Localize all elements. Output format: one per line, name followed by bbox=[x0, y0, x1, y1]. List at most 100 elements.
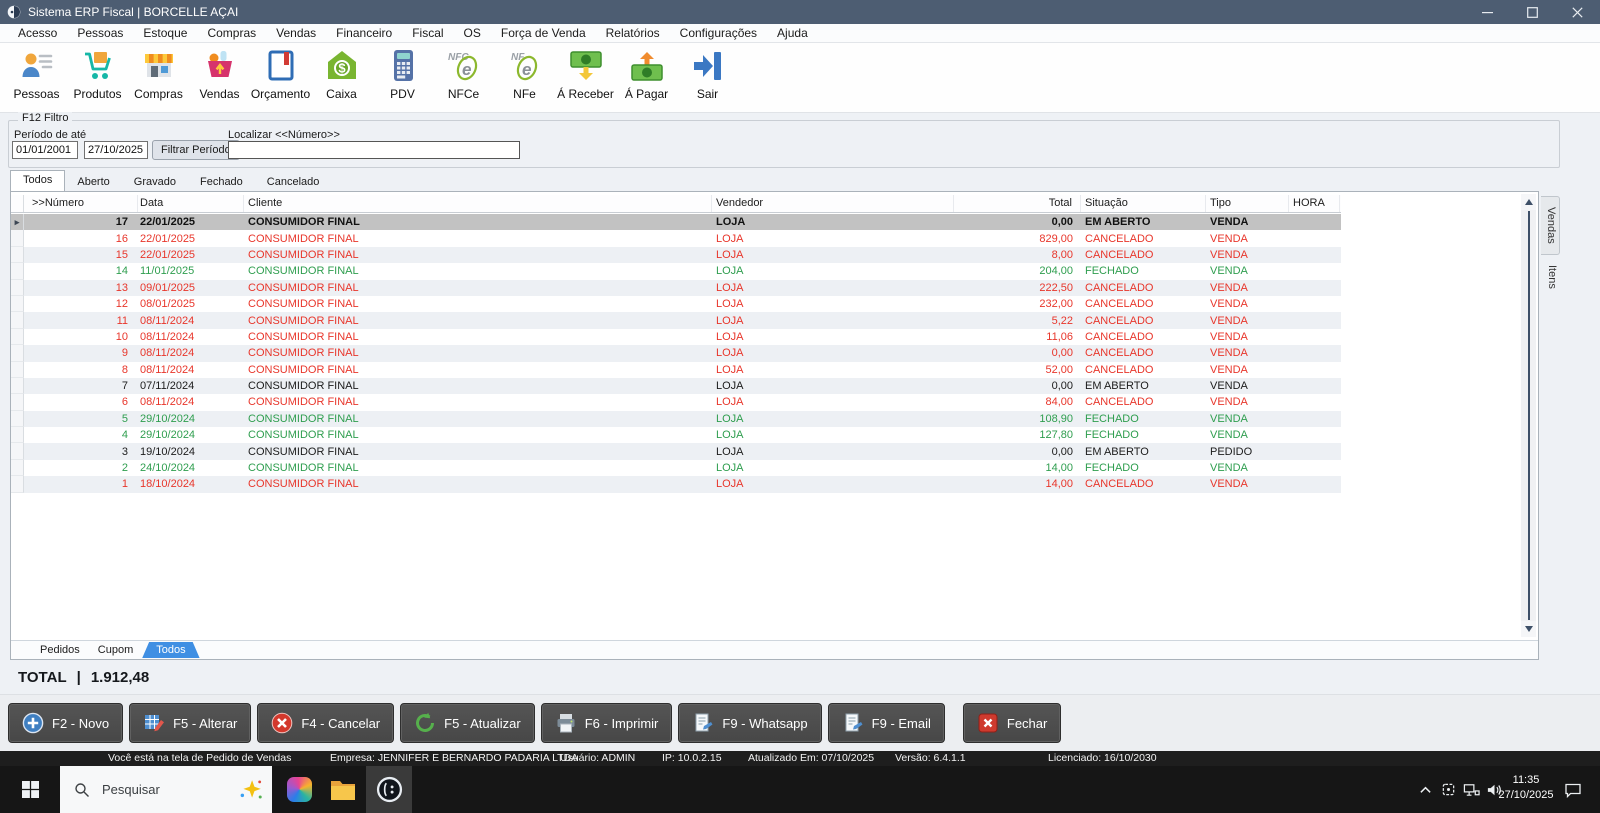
header-total[interactable]: Total bbox=[954, 195, 1081, 212]
table-row[interactable]: ▸1722/01/2025CONSUMIDOR FINALLOJA0,00EM … bbox=[11, 214, 1341, 230]
table-row[interactable]: 1208/01/2025CONSUMIDOR FINALLOJA232,00CA… bbox=[11, 296, 1341, 312]
menu-acesso[interactable]: Acesso bbox=[8, 26, 67, 40]
header-numero[interactable]: >>Número bbox=[24, 195, 138, 212]
copilot-taskbar-icon[interactable] bbox=[278, 766, 320, 813]
explorer-taskbar-icon[interactable] bbox=[322, 766, 364, 813]
toolbar-pdv[interactable]: PDV bbox=[372, 43, 433, 111]
header-situacao[interactable]: Situação bbox=[1081, 195, 1206, 212]
start-button[interactable] bbox=[0, 766, 60, 813]
toolbar-nfce[interactable]: NFCe NFCe bbox=[433, 43, 494, 111]
header-cliente[interactable]: Cliente bbox=[244, 195, 712, 212]
menu-compras[interactable]: Compras bbox=[197, 26, 266, 40]
exit-icon bbox=[691, 49, 725, 83]
close-button[interactable] bbox=[1555, 0, 1600, 24]
toolbar-orcamento[interactable]: Orçamento bbox=[250, 43, 311, 111]
notification-center-icon[interactable] bbox=[1562, 766, 1584, 813]
whatsapp-button[interactable]: F9 - Whatsapp bbox=[678, 703, 821, 743]
menu-pessoas[interactable]: Pessoas bbox=[67, 26, 133, 40]
cell-situacao: FECHADO bbox=[1081, 413, 1206, 425]
plus-circle-icon bbox=[22, 712, 44, 734]
table-row[interactable]: 1622/01/2025CONSUMIDOR FINALLOJA829,00CA… bbox=[11, 230, 1341, 246]
novo-button[interactable]: F2 - Novo bbox=[8, 703, 123, 743]
tab-cupom[interactable]: Cupom bbox=[89, 643, 142, 657]
menu-estoque[interactable]: Estoque bbox=[133, 26, 197, 40]
cell-tipo: VENDA bbox=[1206, 380, 1289, 392]
email-button[interactable]: F9 - Email bbox=[828, 703, 945, 743]
table-row[interactable]: 319/10/2024CONSUMIDOR FINALLOJA0,00EM AB… bbox=[11, 443, 1341, 459]
taskbar-search[interactable]: Pesquisar bbox=[60, 766, 272, 813]
table-row[interactable]: 707/11/2024CONSUMIDOR FINALLOJA0,00EM AB… bbox=[11, 378, 1341, 394]
table-row[interactable]: 808/11/2024CONSUMIDOR FINALLOJA52,00CANC… bbox=[11, 362, 1341, 378]
tray-vm-icon[interactable] bbox=[1437, 766, 1459, 813]
maximize-button[interactable] bbox=[1510, 0, 1555, 24]
localizar-input[interactable] bbox=[228, 141, 520, 159]
toolbar-a-receber[interactable]: Á Receber bbox=[555, 43, 616, 111]
cell-total: 0,00 bbox=[954, 216, 1081, 228]
menu-os[interactable]: OS bbox=[454, 26, 491, 40]
header-data[interactable]: Data bbox=[138, 195, 244, 212]
tray-network-icon[interactable] bbox=[1460, 766, 1482, 813]
imprimir-button[interactable]: F6 - Imprimir bbox=[541, 703, 673, 743]
tab-todos[interactable]: Todos bbox=[10, 170, 65, 191]
taskbar-clock[interactable]: 11:35 27/10/2025 bbox=[1494, 773, 1558, 803]
toolbar-caixa[interactable]: $ Caixa bbox=[311, 43, 372, 111]
table-row[interactable]: 429/10/2024CONSUMIDOR FINALLOJA127,80FEC… bbox=[11, 427, 1341, 443]
tab-fechado[interactable]: Fechado bbox=[188, 173, 255, 191]
toolbar-produtos[interactable]: Produtos bbox=[67, 43, 128, 111]
side-tab-vendas[interactable]: Vendas bbox=[1541, 196, 1560, 255]
minimize-button[interactable] bbox=[1465, 0, 1510, 24]
atualizar-button[interactable]: F5 - Atualizar bbox=[400, 703, 535, 743]
cancelar-button[interactable]: F4 - Cancelar bbox=[257, 703, 394, 743]
erp-taskbar-icon[interactable] bbox=[366, 766, 412, 813]
header-hora[interactable]: HORA bbox=[1289, 195, 1340, 212]
table-row[interactable]: 118/10/2024CONSUMIDOR FINALLOJA14,00CANC… bbox=[11, 476, 1341, 492]
date-to-input[interactable] bbox=[84, 141, 148, 159]
cell-vendedor: LOJA bbox=[712, 478, 954, 490]
table-row[interactable]: 608/11/2024CONSUMIDOR FINALLOJA84,00CANC… bbox=[11, 394, 1341, 410]
tray-chevron-icon[interactable] bbox=[1414, 766, 1436, 813]
alterar-button[interactable]: F5 - Alterar bbox=[129, 703, 251, 743]
cell-cliente: CONSUMIDOR FINAL bbox=[244, 347, 712, 359]
table-row[interactable]: 1108/11/2024CONSUMIDOR FINALLOJA5,22CANC… bbox=[11, 312, 1341, 328]
toolbar-compras[interactable]: Compras bbox=[128, 43, 189, 111]
toolbar-sair[interactable]: Sair bbox=[677, 43, 738, 111]
toolbar-a-pagar[interactable]: Á Pagar bbox=[616, 43, 677, 111]
cell-tipo: PEDIDO bbox=[1206, 446, 1289, 458]
scroll-up-button[interactable] bbox=[1521, 194, 1536, 210]
filtrar-periodo-button[interactable]: Filtrar Período bbox=[152, 140, 240, 160]
date-from-input[interactable] bbox=[12, 141, 78, 159]
tab-aberto[interactable]: Aberto bbox=[65, 173, 121, 191]
tab-cancelado[interactable]: Cancelado bbox=[255, 173, 332, 191]
side-tab-itens[interactable]: Itens bbox=[1541, 255, 1560, 299]
table-row[interactable]: 1309/01/2025CONSUMIDOR FINALLOJA222,50CA… bbox=[11, 280, 1341, 296]
header-vendedor[interactable]: Vendedor bbox=[712, 195, 954, 212]
toolbar-vendas[interactable]: Vendas bbox=[189, 43, 250, 111]
atualizar-label: F5 - Atualizar bbox=[444, 716, 521, 731]
table-row[interactable]: 908/11/2024CONSUMIDOR FINALLOJA0,00CANCE… bbox=[11, 345, 1341, 361]
header-tipo[interactable]: Tipo bbox=[1206, 195, 1289, 212]
menu-configuracoes[interactable]: Configurações bbox=[670, 26, 767, 40]
table-row[interactable]: 529/10/2024CONSUMIDOR FINALLOJA108,90FEC… bbox=[11, 411, 1341, 427]
cell-data: 11/01/2025 bbox=[138, 265, 244, 277]
fechar-button[interactable]: Fechar bbox=[963, 703, 1061, 743]
menu-financeiro[interactable]: Financeiro bbox=[326, 26, 402, 40]
toolbar-nfe[interactable]: NFe NFe bbox=[494, 43, 555, 111]
scrollbar-thumb[interactable] bbox=[1528, 211, 1530, 620]
triangle-up-icon bbox=[1525, 199, 1533, 205]
menu-fiscal[interactable]: Fiscal bbox=[402, 26, 453, 40]
tab-gravado[interactable]: Gravado bbox=[122, 173, 188, 191]
menu-forca-de-venda[interactable]: Força de Venda bbox=[491, 26, 596, 40]
menu-vendas[interactable]: Vendas bbox=[266, 26, 326, 40]
table-row[interactable]: 1522/01/2025CONSUMIDOR FINALLOJA8,00CANC… bbox=[11, 247, 1341, 263]
menu-ajuda[interactable]: Ajuda bbox=[767, 26, 818, 40]
toolbar-pessoas[interactable]: Pessoas bbox=[6, 43, 67, 111]
menu-relatorios[interactable]: Relatórios bbox=[596, 26, 670, 40]
tab-pedidos[interactable]: Pedidos bbox=[31, 643, 89, 657]
vertical-scrollbar[interactable] bbox=[1521, 194, 1536, 637]
tab-todos-bottom[interactable]: Todos bbox=[142, 642, 199, 658]
table-row[interactable]: 1411/01/2025CONSUMIDOR FINALLOJA204,00FE… bbox=[11, 263, 1341, 279]
scroll-down-button[interactable] bbox=[1521, 621, 1536, 637]
cell-data: 08/11/2024 bbox=[138, 347, 244, 359]
table-row[interactable]: 1008/11/2024CONSUMIDOR FINALLOJA11,06CAN… bbox=[11, 329, 1341, 345]
table-row[interactable]: 224/10/2024CONSUMIDOR FINALLOJA14,00FECH… bbox=[11, 460, 1341, 476]
